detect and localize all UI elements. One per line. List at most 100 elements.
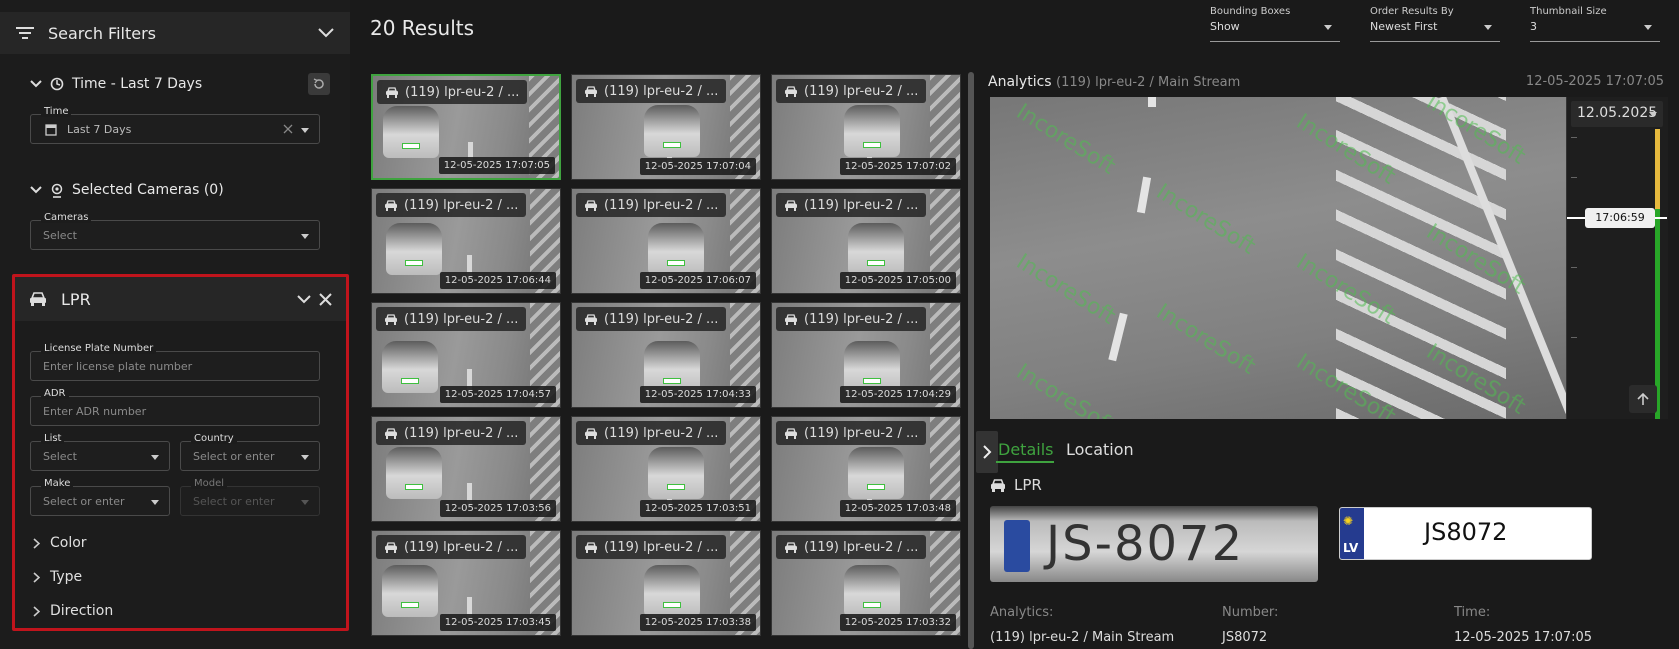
car-icon <box>384 427 398 439</box>
analytics-time: 12-05-2025 17:07:05 <box>1525 74 1664 89</box>
chevron-down-icon[interactable] <box>297 294 311 304</box>
car-icon <box>29 292 47 306</box>
bounding-boxes-select[interactable]: Bounding Boxes Show <box>1210 6 1340 42</box>
vehicle <box>848 447 904 499</box>
country-label: Country <box>191 433 237 444</box>
chevron-down-icon <box>30 186 42 194</box>
result-thumbnail[interactable]: (119) lpr-eu-2 / ... 12-05-2025 17:03:56 <box>371 416 561 522</box>
country-select[interactable]: Country Select or enter <box>180 433 320 471</box>
result-thumbnail[interactable]: (119) lpr-eu-2 / ... 12-05-2025 17:04:29 <box>771 302 961 408</box>
car-icon <box>584 85 598 97</box>
model-select: Model Select or enter <box>180 478 320 516</box>
thumbnail-camera-name: (119) lpr-eu-2 / ... <box>804 425 919 441</box>
app-root: Search Filters Time - Last 7 Days Time L… <box>0 0 1679 649</box>
thumbnail-timestamp: 12-05-2025 17:06:07 <box>639 272 756 289</box>
plate-bounding-box <box>663 142 681 148</box>
video-player[interactable]: IncoreSoft IncoreSoft IncoreSoft IncoreSoft… <box>990 97 1566 419</box>
result-thumbnail[interactable]: (119) lpr-eu-2 / ... 12-05-2025 17:04:57 <box>371 302 561 408</box>
time-field[interactable]: Time Last 7 Days <box>30 106 320 144</box>
thumbnail-timestamp: 12-05-2025 17:03:32 <box>839 614 956 631</box>
vehicle <box>383 106 439 158</box>
timeline-recording-bar <box>1655 129 1660 419</box>
vehicle <box>386 447 442 499</box>
thumbnail-size-label: Thumbnail Size <box>1530 6 1607 17</box>
thumbnail-camera-name: (119) lpr-eu-2 / ... <box>804 83 919 99</box>
cameras-section-header[interactable]: Selected Cameras (0) <box>0 178 350 202</box>
thumbnail-timestamp: 12-05-2025 17:07:02 <box>839 158 956 175</box>
timeline-date-select[interactable]: 12.05.2025 <box>1571 101 1663 127</box>
scroll-up-button[interactable] <box>1629 385 1657 413</box>
thumbnail-camera-name: (119) lpr-eu-2 / ... <box>604 311 719 327</box>
plate-crop-image: JS-8072 <box>990 506 1318 582</box>
thumbnail-camera-caption: (119) lpr-eu-2 / ... <box>576 307 727 331</box>
type-section[interactable]: Type <box>33 569 82 585</box>
cameras-placeholder: Select <box>43 229 77 242</box>
result-thumbnail[interactable]: (119) lpr-eu-2 / ... 12-05-2025 17:03:32 <box>771 530 961 636</box>
vehicle <box>644 565 700 617</box>
order-results-select[interactable]: Order Results By Newest First <box>1370 6 1500 42</box>
expand-panel-button[interactable] <box>976 431 998 473</box>
clear-icon[interactable] <box>283 124 293 134</box>
chevron-right-icon <box>982 445 992 459</box>
result-thumbnail[interactable]: (119) lpr-eu-2 / ... 12-05-2025 17:07:05 <box>371 74 561 180</box>
info-time-value: 12-05-2025 17:07:05 <box>1454 630 1593 645</box>
result-thumbnail[interactable]: (119) lpr-eu-2 / ... 12-05-2025 17:03:38 <box>571 530 761 636</box>
result-thumbnail[interactable]: (119) lpr-eu-2 / ... 12-05-2025 17:03:45 <box>371 530 561 636</box>
tab-details[interactable]: Details <box>998 440 1053 459</box>
cameras-select[interactable]: Cameras Select <box>30 212 320 250</box>
plate-bounding-box <box>401 602 419 608</box>
result-thumbnail[interactable]: (119) lpr-eu-2 / ... 12-05-2025 17:07:04 <box>571 74 761 180</box>
result-thumbnail[interactable]: (119) lpr-eu-2 / ... 12-05-2025 17:03:51 <box>571 416 761 522</box>
plate-bounding-box <box>663 378 681 384</box>
close-icon[interactable] <box>319 292 332 306</box>
eu-band <box>1004 520 1030 572</box>
direction-section[interactable]: Direction <box>33 603 113 619</box>
watermark-text: IncoreSoft <box>1011 249 1120 330</box>
thumbnail-timestamp: 12-05-2025 17:03:48 <box>839 500 956 517</box>
tab-location[interactable]: Location <box>1066 440 1134 459</box>
thumbnail-camera-name: (119) lpr-eu-2 / ... <box>804 539 919 555</box>
dropdown-arrow-icon <box>301 455 309 460</box>
result-thumbnail[interactable]: (119) lpr-eu-2 / ... 12-05-2025 17:07:02 <box>771 74 961 180</box>
color-section[interactable]: Color <box>33 535 87 551</box>
reset-icon[interactable] <box>308 73 330 95</box>
license-plate-placeholder: Enter license plate number <box>43 360 193 373</box>
thumbnail-size-select[interactable]: Thumbnail Size 3 <box>1530 6 1660 42</box>
make-select[interactable]: Make Select or enter <box>30 478 170 516</box>
result-thumbnail[interactable]: (119) lpr-eu-2 / ... 12-05-2025 17:06:44 <box>371 188 561 294</box>
cameras-field-label: Cameras <box>41 212 92 223</box>
results-scrollbar[interactable] <box>968 72 974 649</box>
result-thumbnail[interactable]: (119) lpr-eu-2 / ... 12-05-2025 17:05:00 <box>771 188 961 294</box>
timeline[interactable]: 12.05.2025 17:06:59 <box>1566 97 1668 419</box>
thumbnail-camera-name: (119) lpr-eu-2 / ... <box>404 425 519 441</box>
dropdown-arrow-icon <box>151 500 159 505</box>
thumbnail-timestamp: 12-05-2025 17:06:44 <box>439 272 556 289</box>
search-filters-header[interactable]: Search Filters <box>0 12 350 54</box>
lpr-panel-header[interactable]: LPR <box>15 277 346 321</box>
car-icon <box>784 313 798 325</box>
thumbnail-timestamp: 12-05-2025 17:07:05 <box>438 157 555 174</box>
result-thumbnail[interactable]: (119) lpr-eu-2 / ... 12-05-2025 17:04:33 <box>571 302 761 408</box>
list-select[interactable]: List Select <box>30 433 170 471</box>
car-icon <box>584 313 598 325</box>
thumbnail-camera-caption: (119) lpr-eu-2 / ... <box>776 535 927 559</box>
dropdown-arrow-icon <box>1484 25 1492 30</box>
thumbnail-timestamp: 12-05-2025 17:03:56 <box>439 500 556 517</box>
timeline-tick <box>1571 137 1577 138</box>
adr-input[interactable]: ADR Enter ADR number <box>30 388 320 426</box>
plate-bounding-box <box>405 484 423 490</box>
clock-icon <box>50 77 64 91</box>
result-thumbnail[interactable]: (119) lpr-eu-2 / ... 12-05-2025 17:03:48 <box>771 416 961 522</box>
timeline-cursor-time[interactable]: 17:06:59 <box>1585 208 1655 228</box>
license-plate-input[interactable]: License Plate Number Enter license plate… <box>30 343 320 381</box>
car-icon <box>385 86 399 98</box>
list-placeholder: Select <box>43 450 77 463</box>
vehicle <box>644 105 700 157</box>
chevron-down-icon[interactable] <box>318 28 334 38</box>
plate-bounding-box <box>667 260 685 266</box>
thumbnail-timestamp: 12-05-2025 17:04:33 <box>639 386 756 403</box>
type-section-title: Type <box>50 569 83 585</box>
time-section-header[interactable]: Time - Last 7 Days <box>0 72 350 96</box>
result-thumbnail[interactable]: (119) lpr-eu-2 / ... 12-05-2025 17:06:07 <box>571 188 761 294</box>
car-icon <box>384 199 398 211</box>
